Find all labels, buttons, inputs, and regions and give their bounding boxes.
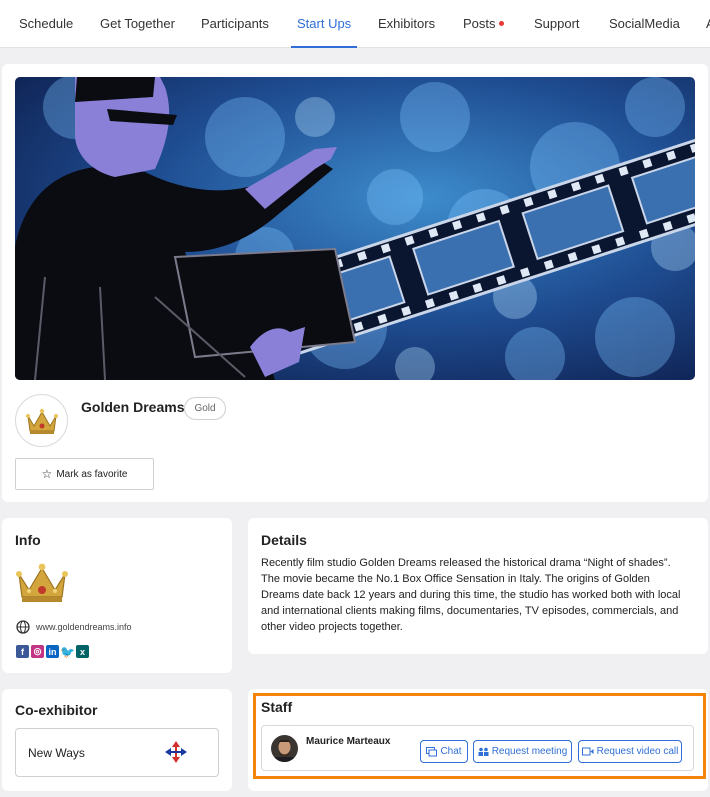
company-logo — [15, 394, 68, 447]
twitter-icon[interactable]: 🐦 — [60, 645, 75, 659]
request-meeting-label: Request meeting — [491, 746, 568, 757]
tab-posts[interactable]: Posts — [463, 0, 504, 48]
tier-badge: Gold — [184, 397, 226, 420]
linkedin-icon[interactable]: in — [46, 645, 59, 658]
request-video-call-button[interactable]: Request video call — [578, 740, 682, 763]
facebook-icon[interactable]: f — [16, 645, 29, 658]
coexhibitor-item[interactable]: New Ways — [15, 728, 219, 777]
details-text: Recently film studio Golden Dreams relea… — [261, 557, 681, 633]
staff-name[interactable]: Maurice Marteaux — [306, 736, 390, 747]
mark-favorite-button[interactable]: ☆ Mark as favorite — [15, 458, 154, 490]
banner-illustration — [15, 77, 695, 380]
xing-icon[interactable]: x — [76, 645, 89, 658]
top-navigation: Schedule Get Together Participants Start… — [0, 0, 710, 48]
tab-socialmedia[interactable]: SocialMedia — [609, 0, 680, 48]
info-title: Info — [15, 532, 41, 548]
tab-start-ups[interactable]: Start Ups — [290, 0, 358, 48]
notification-dot — [498, 21, 504, 26]
website-link[interactable]: www.goldendreams.info — [36, 622, 132, 632]
tab-overflow[interactable]: A — [706, 0, 710, 48]
chat-icon — [426, 746, 438, 756]
mark-favorite-label: Mark as favorite — [56, 468, 128, 480]
social-links: f ◎ in 🐦 x — [16, 645, 89, 659]
chat-label: Chat — [440, 746, 462, 757]
info-logo — [15, 560, 69, 609]
crown-large-icon — [16, 563, 68, 602]
crown-logo-icon — [25, 408, 58, 434]
instagram-icon[interactable]: ◎ — [31, 645, 44, 658]
staff-member-row: Maurice Marteaux Chat Request meeting Re… — [261, 725, 694, 771]
star-icon: ☆ — [41, 467, 53, 481]
staff-title: Staff — [261, 699, 293, 715]
tab-exhibitors[interactable]: Exhibitors — [378, 0, 435, 48]
meeting-icon — [478, 747, 489, 756]
avatar — [271, 735, 298, 762]
avatar-photo — [271, 735, 298, 762]
details-title: Details — [261, 532, 307, 548]
video-camera-icon — [581, 747, 594, 756]
request-meeting-button[interactable]: Request meeting — [473, 740, 572, 763]
request-video-call-label: Request video call — [596, 746, 679, 757]
banner-image — [15, 77, 695, 380]
arrows-logo-icon — [165, 741, 187, 763]
tab-posts-label: Posts — [463, 16, 496, 31]
globe-icon — [16, 620, 30, 634]
tab-participants[interactable]: Participants — [201, 0, 269, 48]
tab-get-together[interactable]: Get Together — [100, 0, 175, 48]
company-name: Golden Dreams — [81, 399, 185, 415]
tab-support[interactable]: Support — [534, 0, 580, 48]
tab-schedule[interactable]: Schedule — [19, 0, 73, 48]
coexhibitor-name: New Ways — [28, 746, 85, 760]
coexhibitor-title: Co-exhibitor — [15, 702, 98, 718]
chat-button[interactable]: Chat — [420, 740, 468, 763]
website-row[interactable]: www.goldendreams.info — [16, 620, 132, 634]
